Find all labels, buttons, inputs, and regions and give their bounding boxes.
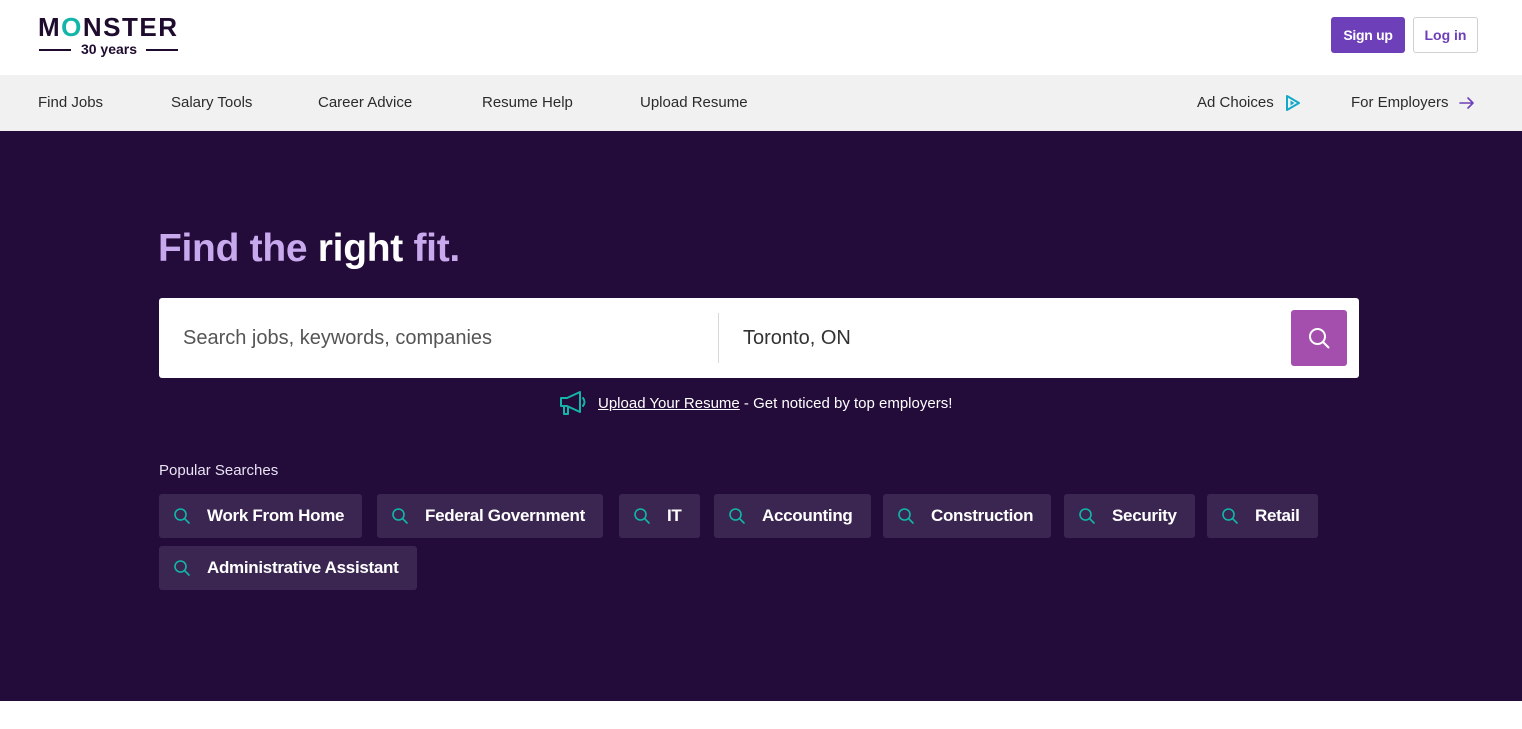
location-input[interactable]	[719, 298, 1279, 378]
logo-anniversary: 30 years	[38, 41, 180, 57]
upload-resume-link[interactable]: Upload Your Resume	[598, 395, 740, 412]
search-icon	[634, 508, 650, 524]
chip-label: Accounting	[762, 506, 853, 525]
popular-search-chip[interactable]: Security	[1064, 494, 1195, 538]
chip-label: Federal Government	[425, 506, 585, 525]
keyword-search-input[interactable]	[159, 298, 719, 378]
nav-item-upload-resume[interactable]: Upload Resume	[640, 75, 748, 131]
nav-item-salary-tools[interactable]: Salary Tools	[171, 75, 252, 131]
nav-item-find-jobs[interactable]: Find Jobs	[38, 75, 103, 131]
hero-headline: Find the right fit.	[158, 227, 460, 270]
popular-search-chip[interactable]: Work From Home	[159, 494, 363, 538]
chip-label: Work From Home	[207, 506, 345, 525]
popular-search-chip[interactable]: Construction	[883, 494, 1052, 538]
job-search-form	[159, 298, 1359, 378]
hero-section: Find the right fit. Upload Your Resume -…	[0, 131, 1522, 701]
chip-label: IT	[667, 506, 682, 525]
login-button[interactable]: Log in	[1413, 17, 1478, 53]
search-icon	[1222, 508, 1238, 524]
chip-label: Construction	[931, 506, 1034, 525]
popular-search-chip[interactable]: Retail	[1207, 494, 1318, 538]
signup-button[interactable]: Sign up	[1331, 17, 1405, 53]
chip-label: Retail	[1255, 506, 1300, 525]
popular-search-chip[interactable]: Administrative Assistant	[159, 546, 417, 590]
ad-choices-icon	[1285, 95, 1300, 111]
ad-choices-label: Ad Choices	[1197, 94, 1274, 111]
megaphone-icon	[560, 391, 586, 415]
nav-item-resume-help[interactable]: Resume Help	[482, 75, 573, 131]
monster-logo[interactable]: MONSTER 30 years	[38, 12, 180, 58]
site-header: MONSTER 30 years Sign up Log in	[0, 0, 1522, 75]
search-icon	[898, 508, 914, 524]
search-icon	[1309, 328, 1330, 349]
search-icon	[174, 508, 190, 524]
search-icon	[392, 508, 408, 524]
search-icon	[729, 508, 745, 524]
popular-search-chip[interactable]: Federal Government	[377, 494, 603, 538]
arrow-right-icon	[1458, 97, 1474, 109]
main-nav: Find Jobs Salary Tools Career Advice Res…	[0, 75, 1522, 131]
nav-item-career-advice[interactable]: Career Advice	[318, 75, 412, 131]
search-icon	[174, 560, 190, 576]
popular-search-chip[interactable]: Accounting	[714, 494, 871, 538]
logo-wordmark: MONSTER	[38, 12, 179, 42]
ad-choices-link[interactable]: Ad Choices	[1197, 75, 1302, 131]
upload-resume-tagline: - Get noticed by top employers!	[739, 394, 953, 412]
popular-search-chip[interactable]: IT	[619, 494, 700, 538]
popular-searches-label: Popular Searches	[159, 462, 279, 479]
search-button[interactable]	[1291, 310, 1347, 366]
page-bottom	[0, 701, 1522, 729]
for-employers-label: For Employers	[1351, 94, 1449, 111]
chip-label: Security	[1112, 506, 1177, 525]
chip-label: Administrative Assistant	[207, 558, 399, 577]
for-employers-link[interactable]: For Employers	[1351, 75, 1475, 131]
upload-resume-promo: Upload Your Resume - Get noticed by top …	[558, 388, 952, 418]
search-icon	[1079, 508, 1095, 524]
